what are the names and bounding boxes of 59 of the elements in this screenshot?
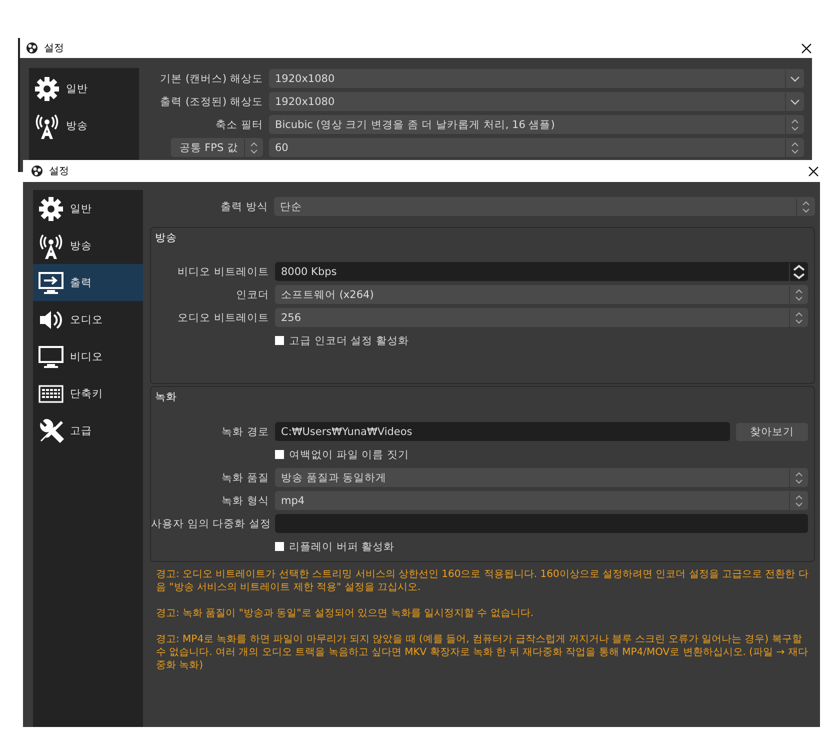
- browse-button[interactable]: 찾아보기: [736, 422, 808, 440]
- field-label: 오디오 비트레이트: [176, 310, 270, 324]
- sidebar-item[interactable]: 고급: [33, 412, 143, 449]
- field-label: 녹화 경로: [220, 424, 270, 438]
- field-label: 인코더: [235, 288, 270, 302]
- gear-icon: [38, 196, 64, 222]
- dropdown[interactable]: mp4: [275, 491, 808, 510]
- checkbox[interactable]: [275, 336, 284, 345]
- group-title: 녹화: [154, 390, 178, 405]
- sidebar-item[interactable]: 방송: [33, 227, 143, 264]
- dropdown[interactable]: 소프트웨어 (x264): [275, 285, 808, 304]
- sidebar-item[interactable]: 일반: [29, 70, 139, 107]
- field-label: 출력 방식: [220, 200, 269, 214]
- monitor-arrow-icon: [38, 270, 64, 296]
- dropdown[interactable]: 256: [275, 308, 808, 327]
- close-icon: [801, 42, 812, 54]
- checkbox[interactable]: [275, 450, 284, 459]
- window-title: 설정: [49, 165, 69, 178]
- field-label: 기본 (캔버스) 해상도: [159, 72, 264, 86]
- sidebar-item[interactable]: 방송: [29, 107, 139, 144]
- sidebar-item[interactable]: 출력: [33, 264, 143, 301]
- field-label: 비디오 비트레이트: [176, 264, 270, 278]
- checkbox-label: 리플레이 버퍼 활성화: [289, 540, 395, 554]
- sidebar-item[interactable]: 오디오: [33, 301, 143, 338]
- field-label: 사용자 임의 다중화 설정: [151, 516, 272, 530]
- field-label: 축소 필터: [214, 118, 264, 132]
- field-label: 녹화 품질: [220, 470, 270, 484]
- app-logo-icon: [26, 42, 38, 54]
- input-field[interactable]: [275, 514, 808, 533]
- sidebar-item[interactable]: 단축키: [33, 375, 143, 412]
- warning-text: 경고: 녹화 품질이 "방송과 동일"로 설정되어 있으면 녹화를 일시정지할 수 없습니다.: [156, 607, 535, 620]
- dropdown[interactable]: 단순: [274, 197, 815, 216]
- dropdown[interactable]: Bicubic (영상 크기 변경을 좀 더 날카롭게 처리, 16 샘플): [269, 115, 804, 134]
- window-title: 설정: [44, 42, 64, 55]
- monitor-icon: [38, 344, 64, 370]
- checkbox-label: 고급 인코더 설정 활성화: [289, 334, 410, 348]
- close-button[interactable]: [807, 166, 820, 176]
- checkbox-label: 여백없이 파일 이름 짓기: [289, 448, 410, 462]
- field-label: 녹화 형식: [220, 494, 270, 508]
- sidebar-item[interactable]: 일반: [33, 190, 143, 227]
- dropdown[interactable]: 1920x1080: [269, 92, 804, 111]
- fps-type-dropdown[interactable]: 공통 FPS 값: [171, 138, 263, 157]
- checkbox[interactable]: [275, 542, 284, 551]
- dropdown[interactable]: 방송 품질과 동일하게: [275, 468, 808, 487]
- number-input[interactable]: 8000 Kbps: [275, 262, 808, 281]
- app-logo-icon: [31, 165, 43, 177]
- field-label: 출력 (조정된) 해상도: [159, 94, 264, 108]
- close-icon: [808, 166, 819, 176]
- input-field[interactable]: C:₩Users₩Yuna₩Videos: [275, 422, 730, 441]
- dropdown[interactable]: 60: [269, 138, 804, 157]
- tools-icon: [38, 418, 64, 444]
- dropdown[interactable]: 1920x1080: [269, 69, 804, 88]
- warning-text: 경고: 오디오 비트레이트가 선택한 스트리밍 서비스의 상한선인 160으로 적용됩니다. 160이상으로 설정하려면 인코더 설정을 고급으로 전환한 다음 "방송 서비스의 비트레이트 제한 적용" 설정을 끄십시오.: [156, 568, 809, 594]
- gear-icon: [34, 76, 60, 102]
- sidebar-item[interactable]: 비디오: [33, 338, 143, 375]
- antenna-icon: [34, 112, 60, 138]
- group-title: 방송: [154, 231, 178, 246]
- antenna-icon: [38, 232, 64, 258]
- warning-text: 경고: MP4로 녹화를 하면 파일이 마무리가 되지 않았을 때 (예를 들어, 컴퓨터가 급작스럽게 꺼지거나 블루 스크린 오류가 일어나는 경우) 복구할 수 없습니다. 여러 개의 오디오 트랙을 녹음하고 싶다면 MKV 확장자로 녹화 한 뒤 재다중화 작업을 통해 MP4/MOV로 변환하십시오. (파일 → 재다중화 녹화): [156, 633, 809, 672]
